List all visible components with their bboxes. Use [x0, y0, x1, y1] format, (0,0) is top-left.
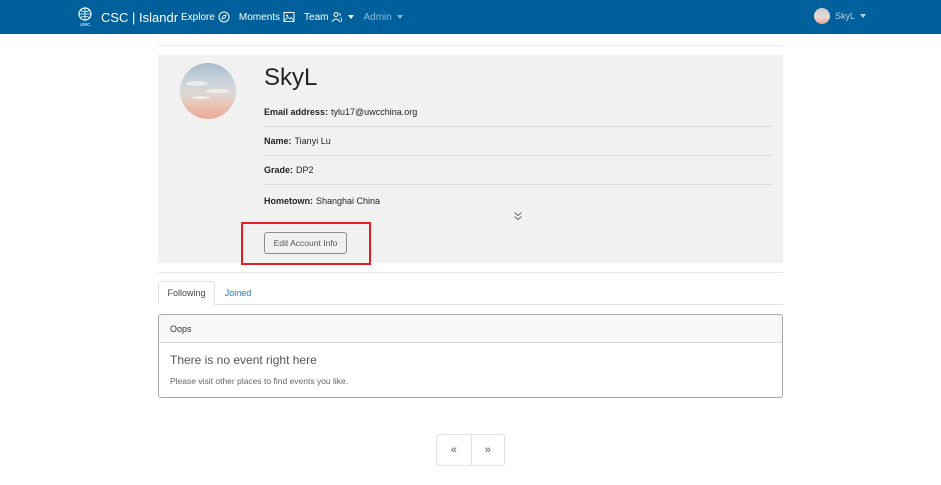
divider	[158, 45, 783, 46]
nav-team[interactable]: Team	[304, 11, 355, 23]
logo-text: UWC	[80, 22, 91, 27]
uwc-logo-icon: UWC	[78, 7, 92, 27]
grade-row: Grade: DP2	[264, 156, 772, 185]
grade-label: Grade:	[264, 165, 294, 175]
name-label: Name:	[264, 136, 292, 146]
empty-title: There is no event right here	[170, 353, 317, 367]
nav-admin[interactable]: Admin	[363, 11, 403, 23]
name-value: Tianyi Lu	[294, 136, 331, 146]
people-icon	[332, 12, 343, 23]
chevron-down-icon	[860, 14, 867, 18]
brand-name: CSC | Islandr	[101, 9, 179, 25]
tab-following[interactable]: Following	[158, 281, 215, 305]
nav-admin-label: Admin	[363, 11, 392, 23]
hometown-label: Hometown:	[264, 195, 313, 206]
divider	[158, 272, 783, 273]
page-title: SkyL	[264, 64, 318, 91]
chevron-down-icon	[348, 15, 355, 19]
email-label: Email address:	[264, 107, 329, 117]
chevron-down-icon	[396, 15, 403, 19]
tab-joined[interactable]: Joined	[218, 281, 258, 305]
grade-value: DP2	[296, 165, 314, 175]
top-navbar: UWC CSC | Islandr Explore Moments Team A…	[0, 0, 941, 34]
avatar	[814, 8, 830, 24]
compass-icon	[218, 11, 230, 23]
hometown-value: Shanghai China	[316, 195, 381, 206]
user-menu[interactable]: SkyL	[814, 8, 867, 24]
nav-explore[interactable]: Explore	[181, 11, 230, 23]
nav-explore-label: Explore	[181, 11, 215, 23]
pagination: « »	[436, 434, 505, 466]
main-nav: Explore Moments Team Admin	[181, 9, 412, 25]
empty-message: Please visit other places to find events…	[170, 376, 349, 386]
name-row: Name: Tianyi Lu	[264, 127, 772, 156]
empty-events-card: Oops There is no event right here Please…	[158, 314, 783, 398]
double-chevron-down-icon[interactable]	[513, 211, 523, 221]
user-name: SkyL	[835, 11, 856, 21]
nav-moments-label: Moments	[238, 11, 281, 23]
profile-avatar	[180, 63, 236, 119]
highlight-annotation	[241, 222, 371, 265]
email-value: tylu17@uwcchina.org	[331, 107, 418, 117]
brand-link[interactable]: UWC CSC | Islandr	[76, 7, 178, 27]
nav-moments[interactable]: Moments	[239, 11, 295, 23]
nav-team-label: Team	[304, 11, 329, 23]
image-icon	[283, 12, 295, 22]
prev-page-button[interactable]: «	[437, 435, 471, 465]
email-row: Email address: tylu17@uwcchina.org	[264, 98, 772, 127]
next-page-button[interactable]: »	[470, 435, 505, 465]
event-tabs: Following Joined	[158, 281, 783, 305]
card-header: Oops	[159, 315, 782, 343]
